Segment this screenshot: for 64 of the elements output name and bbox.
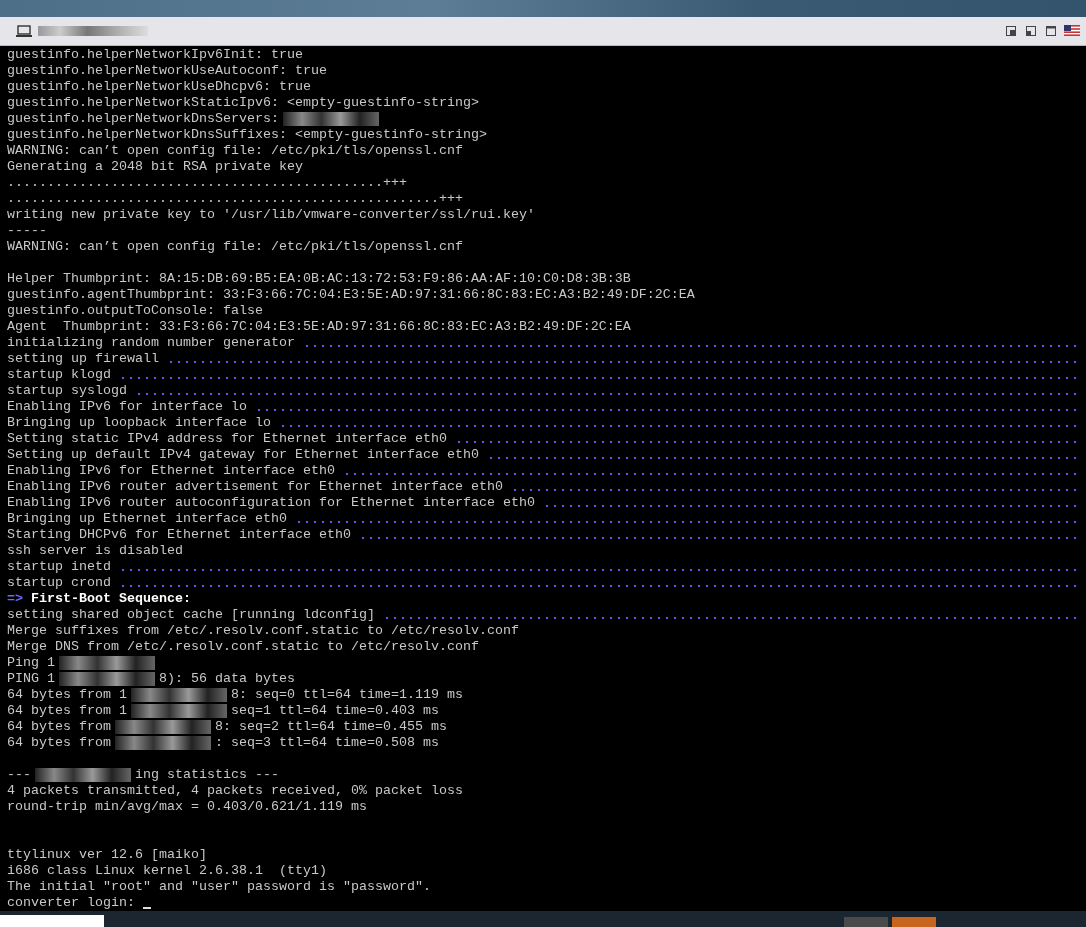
console-line: guestinfo.agentThumbprint: 33:F3:66:7C:04:E3:5E:AD:97:31:66:8C:83:EC:A3:B2:49:DF:2C:EA	[7, 286, 695, 303]
console-line: The initial "root" and "user" password is "password".	[7, 878, 431, 895]
console-line: ---	[7, 766, 31, 783]
console-line: startup crond	[7, 574, 111, 591]
console-line: ...............................................+++	[7, 174, 407, 191]
taskbar-item[interactable]	[892, 916, 936, 927]
console-line: -----	[7, 222, 47, 239]
console-line: ttylinux ver 12.6 [maiko]	[7, 846, 207, 863]
console-line: Starting DHCPv6 for Ethernet interface eth0	[7, 526, 351, 543]
console-line: Ping 1	[7, 654, 55, 671]
console-line: Setting up default IPv4 gateway for Ethernet interface eth0	[7, 446, 479, 463]
console-line: : seq=3 ttl=64 time=0.508 ms	[215, 734, 439, 751]
console-line: 64 bytes from	[7, 734, 111, 751]
console-line: setting shared object cache [running ldconfig]	[7, 606, 375, 623]
console-line: Enabling IPv6 router autoconfiguration for Ethernet interface eth0	[7, 494, 535, 511]
console-line: 4 packets transmitted, 4 packets received, 0% packet loss	[7, 782, 463, 799]
console-line: Generating a 2048 bit RSA private key	[7, 158, 303, 175]
console-line: 64 bytes from 1	[7, 686, 127, 703]
console-line: i686 class Linux kernel 2.6.38.1 (tty1)	[7, 862, 327, 879]
console-line: guestinfo.helperNetworkDnsSuffixes: <empty-guestinfo-string>	[7, 126, 487, 143]
console-line: guestinfo.helperNetworkDnsServers:	[7, 110, 279, 127]
console-line: Enabling IPv6 for interface lo	[7, 398, 247, 415]
console-line: startup inetd	[7, 558, 111, 575]
console-line: guestinfo.helperNetworkUseDhcpv6: true	[7, 78, 311, 95]
console-line: startup syslogd	[7, 382, 127, 399]
console-line: initializing random number generator	[7, 334, 295, 351]
text-cursor	[143, 906, 151, 909]
console-line: Enabling IPv6 router advertisement for Ethernet interface eth0	[7, 478, 503, 495]
arrow-marker: =>	[7, 590, 23, 607]
console-line: 8): 56 data bytes	[159, 670, 295, 687]
flag-icon[interactable]	[1064, 25, 1080, 37]
console-line: Merge DNS from /etc/.resolv.conf.static to /etc/resolv.conf	[7, 638, 479, 655]
console-line: guestinfo.outputToConsole: false	[7, 302, 263, 319]
console-line: setting up firewall	[7, 350, 159, 367]
console-line: Merge suffixes from /etc/.resolv.conf.static to /etc/resolv.conf	[7, 622, 519, 639]
console-line: Enabling IPv6 for Ethernet interface eth0	[7, 462, 335, 479]
console-line: ssh server is disabled	[7, 542, 183, 559]
console-line: Bringing up Ethernet interface eth0	[7, 510, 287, 527]
console-line: 8: seq=2 ttl=64 time=0.455 ms	[215, 718, 447, 735]
console-line: ......................................................+++	[7, 190, 463, 207]
console-line: Agent Thumbprint: 33:F3:66:7C:04:E3:5E:AD:97:31:66:8C:83:EC:A3:B2:49:DF:2C:EA	[7, 318, 631, 335]
restore-button[interactable]	[1004, 23, 1018, 38]
console-line: Bringing up loopback interface lo	[7, 414, 271, 431]
console-line: WARNING: can’t open config file: /etc/pki/tls/openssl.cnf	[7, 142, 463, 159]
console-line: round-trip min/avg/max = 0.403/0.621/1.119 ms	[7, 798, 367, 815]
console-line: seq=1 ttl=64 time=0.403 ms	[231, 702, 439, 719]
console-line: Setting static IPv4 address for Ethernet interface eth0	[7, 430, 447, 447]
console-line: ing statistics ---	[135, 766, 279, 783]
login-prompt: converter login:	[7, 894, 135, 911]
laptop-icon	[16, 24, 32, 37]
console-line: startup klogd	[7, 366, 111, 383]
console-line: guestinfo.helperNetworkUseAutoconf: true	[7, 62, 327, 79]
section-heading: First-Boot Sequence:	[31, 590, 191, 607]
minimize-button[interactable]	[1024, 23, 1038, 38]
console-line: Helper Thumbprint: 8A:15:DB:69:B5:EA:0B:AC:13:72:53:F9:86:AA:AF:10:C0:D8:3B:3B	[7, 270, 631, 287]
console-line: PING 1	[7, 670, 55, 687]
console-line: 8: seq=0 ttl=64 time=1.119 ms	[231, 686, 463, 703]
console-line: writing new private key to '/usr/lib/vmware-converter/ssl/rui.key'	[7, 206, 535, 223]
console-line: 64 bytes from 1	[7, 702, 127, 719]
console-line: WARNING: can’t open config file: /etc/pki/tls/openssl.cnf	[7, 238, 463, 255]
console-line: 64 bytes from	[7, 718, 111, 735]
maximize-button[interactable]	[1044, 23, 1058, 38]
console-line: guestinfo.helperNetworkStaticIpv6: <empty-guestinfo-string>	[7, 94, 479, 111]
console-line: guestinfo.helperNetworkIpv6Init: true	[7, 46, 303, 63]
